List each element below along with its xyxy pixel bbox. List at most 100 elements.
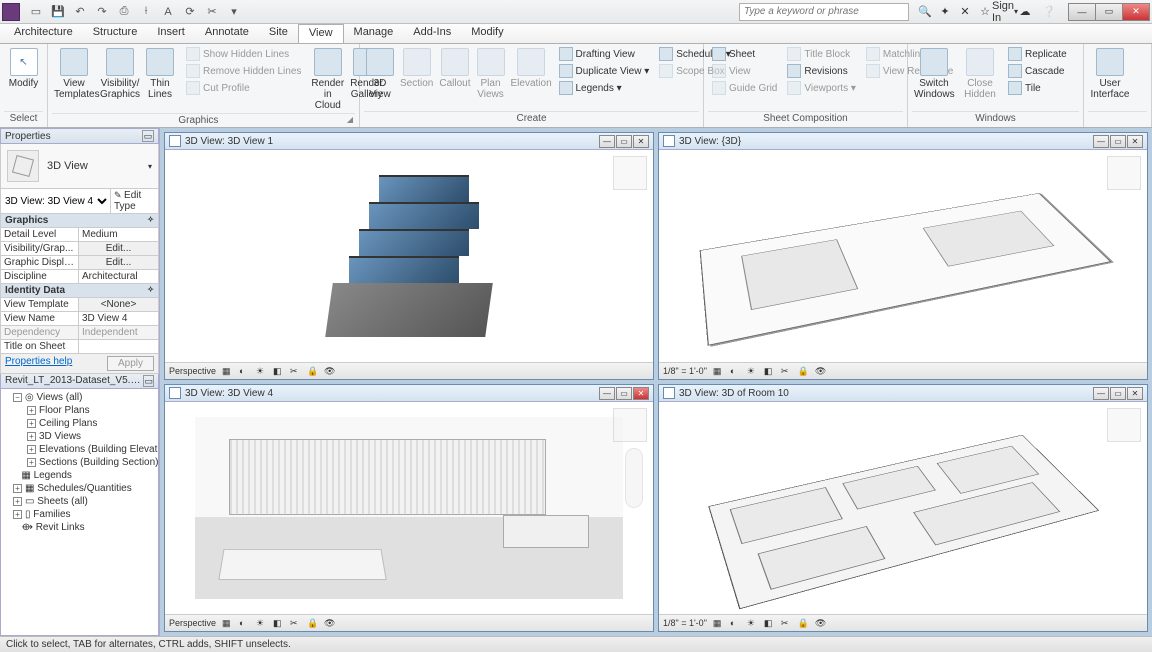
viewport-4-title[interactable]: 3D View: 3D of Room 10 —▭✕ bbox=[659, 385, 1147, 402]
visual-style-icon[interactable]: ◐ bbox=[729, 617, 741, 629]
lock-icon[interactable]: 🔒 bbox=[306, 365, 318, 377]
visual-style-icon[interactable]: ◐ bbox=[238, 365, 250, 377]
elevation-button[interactable]: Elevation bbox=[509, 46, 553, 91]
tree-revit-links[interactable]: ⟴ Revit Links bbox=[3, 521, 156, 534]
tab-annotate[interactable]: Annotate bbox=[195, 24, 259, 43]
nav-cube[interactable] bbox=[613, 156, 647, 190]
view-templates-button[interactable]: View Templates bbox=[52, 46, 96, 102]
tree-schedules[interactable]: +▦ Schedules/Quantities bbox=[3, 482, 156, 495]
tree-families[interactable]: +▯ Families bbox=[3, 508, 156, 521]
search-icon[interactable]: 🔍 bbox=[917, 4, 933, 20]
prop-discipline[interactable]: DisciplineArchitectural bbox=[0, 270, 159, 284]
prop-view-template[interactable]: View Template<None> bbox=[0, 298, 159, 312]
sign-in-menu[interactable]: Sign In bbox=[997, 4, 1013, 20]
lock-icon[interactable]: 🔒 bbox=[306, 617, 318, 629]
tree-views[interactable]: −◎ Views (all) bbox=[3, 391, 156, 404]
view-min-icon[interactable]: — bbox=[599, 135, 615, 148]
view-close-icon[interactable]: ✕ bbox=[633, 387, 649, 400]
sync-icon[interactable]: ⟳ bbox=[180, 3, 200, 21]
tab-structure[interactable]: Structure bbox=[83, 24, 148, 43]
view-button[interactable]: View bbox=[708, 63, 781, 79]
edit-type-button[interactable]: ✎ Edit Type bbox=[110, 189, 158, 213]
user-interface-button[interactable]: User Interface bbox=[1088, 46, 1132, 102]
measure-icon[interactable]: ⟊ bbox=[136, 3, 156, 21]
hide-icon[interactable]: 👁 bbox=[814, 365, 826, 377]
print-icon[interactable]: ⎙ bbox=[114, 3, 134, 21]
viewports-button[interactable]: Viewports ▾ bbox=[783, 80, 860, 96]
viewport-2-canvas[interactable] bbox=[659, 150, 1147, 362]
detail-icon[interactable]: ▦ bbox=[712, 617, 724, 629]
legends-button[interactable]: Legends ▾ bbox=[555, 80, 654, 96]
detail-icon[interactable]: ▦ bbox=[221, 365, 233, 377]
group-graphics[interactable]: Graphics✧ bbox=[0, 214, 159, 228]
properties-header[interactable]: Properties ▭ bbox=[0, 128, 159, 144]
nav-wheel[interactable] bbox=[625, 448, 643, 508]
shadow-icon[interactable]: ◧ bbox=[272, 365, 284, 377]
app-menu-icon[interactable] bbox=[2, 3, 20, 21]
prop-detail-level[interactable]: Detail LevelMedium bbox=[0, 228, 159, 242]
type-selector[interactable]: 3D View ▾ bbox=[0, 144, 159, 189]
tree-ceiling-plans[interactable]: +Ceiling Plans bbox=[3, 417, 156, 430]
view-min-icon[interactable]: — bbox=[1093, 387, 1109, 400]
lock-icon[interactable]: 🔒 bbox=[797, 365, 809, 377]
duplicate-view-button[interactable]: Duplicate View ▾ bbox=[555, 63, 654, 79]
view-close-icon[interactable]: ✕ bbox=[1127, 135, 1143, 148]
hide-icon[interactable]: 👁 bbox=[323, 365, 335, 377]
apply-button[interactable]: Apply bbox=[107, 356, 154, 371]
tile-button[interactable]: Tile bbox=[1004, 80, 1071, 96]
subscription-icon[interactable]: ✦ bbox=[937, 4, 953, 20]
3d-view-button[interactable]: 3D View bbox=[364, 46, 396, 102]
guide-grid-button[interactable]: Guide Grid bbox=[708, 80, 781, 96]
maximize-button[interactable]: ▭ bbox=[1095, 3, 1123, 21]
properties-help-link[interactable]: Properties help bbox=[5, 356, 72, 371]
exchange-icon[interactable]: ✕ bbox=[957, 4, 973, 20]
tree-sections[interactable]: +Sections (Building Section) bbox=[3, 456, 156, 469]
section-icon[interactable]: ✂ bbox=[202, 3, 222, 21]
help-search-input[interactable] bbox=[739, 3, 909, 21]
switch-windows-button[interactable]: Switch Windows bbox=[912, 46, 956, 102]
scale-label[interactable]: 1/8" = 1'-0" bbox=[663, 366, 707, 376]
visual-style-icon[interactable]: ◐ bbox=[238, 617, 250, 629]
modify-button[interactable]: ↖ Modify bbox=[4, 46, 43, 91]
tab-modify[interactable]: Modify bbox=[461, 24, 513, 43]
nav-cube[interactable] bbox=[1107, 156, 1141, 190]
view-max-icon[interactable]: ▭ bbox=[616, 135, 632, 148]
help-icon[interactable]: ❔ bbox=[1041, 4, 1057, 20]
callout-button[interactable]: Callout bbox=[437, 46, 472, 91]
detail-icon[interactable]: ▦ bbox=[221, 617, 233, 629]
tab-architecture[interactable]: Architecture bbox=[4, 24, 83, 43]
sun-icon[interactable]: ☀ bbox=[746, 617, 758, 629]
scale-label[interactable]: 1/8" = 1'-0" bbox=[663, 618, 707, 628]
group-identity[interactable]: Identity Data✧ bbox=[0, 284, 159, 298]
sun-icon[interactable]: ☀ bbox=[746, 365, 758, 377]
crop-icon[interactable]: ✂ bbox=[289, 365, 301, 377]
tab-site[interactable]: Site bbox=[259, 24, 298, 43]
shadow-icon[interactable]: ◧ bbox=[763, 617, 775, 629]
replicate-button[interactable]: Replicate bbox=[1004, 46, 1071, 62]
tab-manage[interactable]: Manage bbox=[344, 24, 404, 43]
close-hidden-button[interactable]: Close Hidden bbox=[958, 46, 1002, 102]
view-max-icon[interactable]: ▭ bbox=[1110, 135, 1126, 148]
shadow-icon[interactable]: ◧ bbox=[272, 617, 284, 629]
title-block-button[interactable]: Title Block bbox=[783, 46, 860, 62]
favorite-icon[interactable]: ☆ bbox=[977, 4, 993, 20]
tab-view[interactable]: View bbox=[298, 24, 344, 43]
show-hidden-lines-button[interactable]: Show Hidden Lines bbox=[182, 46, 305, 62]
render-in-cloud-button[interactable]: Render in Cloud bbox=[309, 46, 346, 113]
nav-cube[interactable] bbox=[1107, 408, 1141, 442]
cloud-icon[interactable]: ☁ bbox=[1017, 4, 1033, 20]
minimize-button[interactable]: — bbox=[1068, 3, 1096, 21]
viewport-3-title[interactable]: 3D View: 3D View 4 —▭✕ bbox=[165, 385, 653, 402]
open-icon[interactable]: ▭ bbox=[26, 3, 46, 21]
prop-graphic-display[interactable]: Graphic Displa...Edit... bbox=[0, 256, 159, 270]
crop-icon[interactable]: ✂ bbox=[780, 617, 792, 629]
viewport-1-title[interactable]: 3D View: 3D View 1 —▭✕ bbox=[165, 133, 653, 150]
plan-views-button[interactable]: Plan Views bbox=[475, 46, 507, 102]
cascade-button[interactable]: Cascade bbox=[1004, 63, 1071, 79]
sun-icon[interactable]: ☀ bbox=[255, 617, 267, 629]
undo-icon[interactable]: ↶ bbox=[70, 3, 90, 21]
view-min-icon[interactable]: — bbox=[1093, 135, 1109, 148]
detail-icon[interactable]: ▦ bbox=[712, 365, 724, 377]
tab-insert[interactable]: Insert bbox=[147, 24, 195, 43]
view-close-icon[interactable]: ✕ bbox=[1127, 387, 1143, 400]
